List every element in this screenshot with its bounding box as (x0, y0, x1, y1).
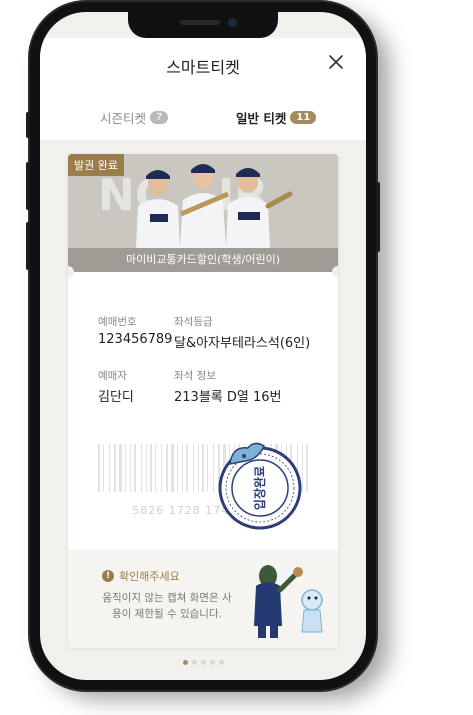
close-icon[interactable] (326, 52, 346, 72)
phone-frame: 스마트티켓 시즌티켓 7 일반 티켓 11 NC IR 발권 완료 마이비교통카… (26, 2, 380, 690)
discount-caption: 마이비교통카드할인(학생/어린이) (68, 248, 338, 272)
ticket-tabs: 시즌티켓 7 일반 티켓 11 (40, 90, 366, 140)
page-title: 스마트티켓 (166, 58, 240, 77)
count-badge: 11 (290, 111, 317, 124)
phone-screen: 스마트티켓 시즌티켓 7 일반 티켓 11 NC IR 발권 완료 마이비교통카… (40, 12, 366, 680)
booker-label: 예매자 (98, 370, 127, 382)
tab-label: 일반 티켓 (236, 111, 287, 126)
pagination-dot[interactable] (200, 660, 206, 665)
mascot-illustration (254, 565, 323, 638)
issued-status-badge: 발권 완료 (68, 154, 124, 176)
notch (128, 12, 278, 38)
ticket-notch-right (332, 266, 338, 278)
tab-season-ticket[interactable]: 시즌티켓 7 (100, 108, 169, 127)
seat-grade: 달&아자부테라스석(6인) (174, 336, 311, 351)
stamp-label: 입장완료 (253, 466, 267, 510)
seat-grade-label: 좌석등급 (174, 316, 213, 328)
pagination-dot[interactable] (209, 660, 215, 665)
pagination-dot[interactable] (182, 660, 188, 665)
exclamation-icon: ! (102, 570, 114, 582)
notice-box: ! 확인해주세요 움직이지 않는 캡쳐 화면은 사용이 제한될 수 있습니다. (68, 550, 338, 648)
tab-label: 시즌티켓 (100, 111, 147, 126)
booker-name: 김단디 (98, 390, 134, 405)
tab-general-ticket[interactable]: 일반 티켓 11 (236, 108, 317, 127)
ticket-banner: NC IR 발권 완료 마이비교통카드할인(학생/어린이) (68, 154, 338, 272)
power-button (376, 182, 380, 252)
pagination-dot[interactable] (191, 660, 197, 665)
pagination-dot[interactable] (218, 660, 224, 665)
count-badge: 7 (150, 111, 169, 124)
notice-body: 움직이지 않는 캡쳐 화면은 사용이 제한될 수 있습니다. (102, 592, 232, 620)
entry-complete-stamp: 입장완료 (218, 442, 302, 530)
app-header: 스마트티켓 (40, 38, 366, 90)
mute-switch (26, 112, 30, 138)
booking-number-label: 예매번호 (98, 316, 137, 328)
volume-down-button (26, 222, 30, 270)
pagination-dots (40, 660, 366, 665)
ticket-card[interactable]: NC IR 발권 완료 마이비교통카드할인(학생/어린이) 예매번호 12345… (68, 154, 338, 648)
volume-up-button (26, 162, 30, 210)
notice-title: 확인해주세요 (119, 570, 180, 583)
booking-number: 123456789 (98, 332, 173, 347)
notice-header: ! 확인해주세요 (102, 568, 180, 584)
seat-info-label: 좌석 정보 (174, 370, 216, 382)
seat-info: 213블록 D열 16번 (174, 390, 282, 405)
